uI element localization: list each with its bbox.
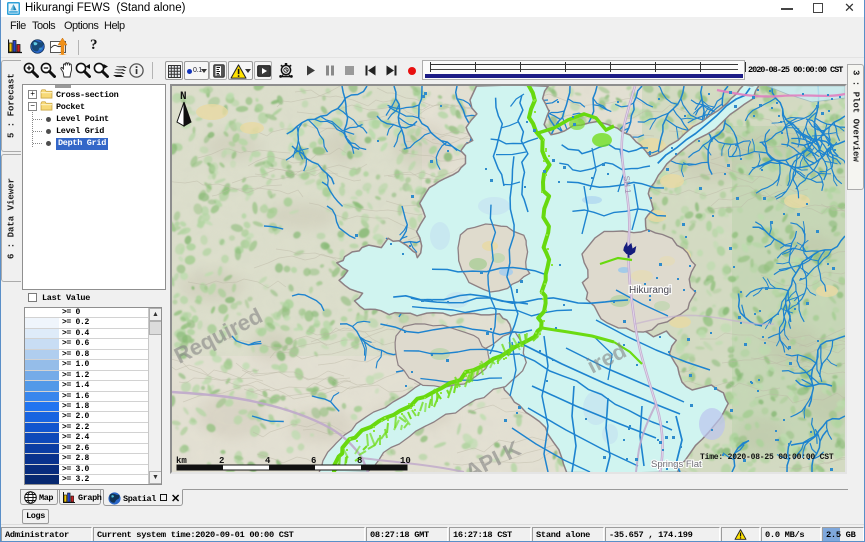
svg-text:SH 1: SH 1 <box>622 175 633 194</box>
svg-text:Springs Flat: Springs Flat <box>651 459 702 470</box>
svg-text:N: N <box>180 91 187 103</box>
svg-text:Hikurangi: Hikurangi <box>629 285 671 296</box>
svg-text:Time: 2020-08-25 00:00:00 CST: Time: 2020-08-25 00:00:00 CST <box>700 453 834 462</box>
